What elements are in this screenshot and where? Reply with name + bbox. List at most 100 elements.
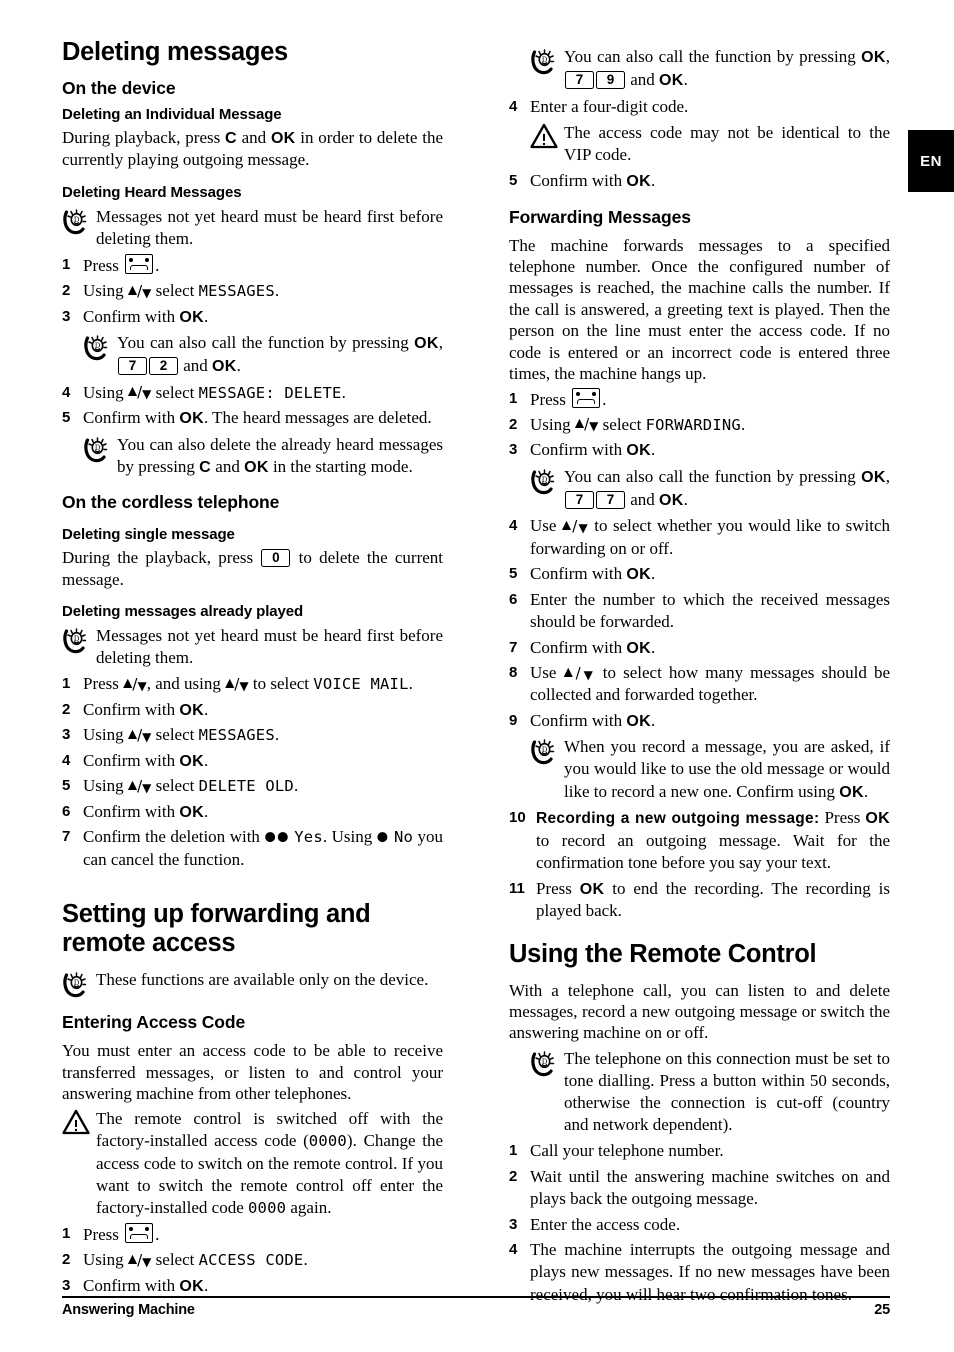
key-ok: OK (179, 1277, 204, 1295)
step-text: Using ▲/▼ select DELETE OLD. (83, 775, 443, 797)
manual-page: EN Deleting messages On the device Delet… (0, 0, 954, 1352)
keypad-key-0: 0 (261, 549, 291, 568)
key-ok: OK (244, 458, 269, 476)
text-run: Confirm with (83, 750, 180, 770)
step-text: Call your telephone number. (530, 1141, 724, 1161)
subsection-deleting-single-message: Deleting single message (62, 526, 235, 544)
key-ok: OK (659, 71, 684, 89)
tip-lightbulb-icon: D (62, 969, 96, 998)
step-text: Confirm with OK. (530, 563, 890, 585)
step-number: 2 (62, 1251, 71, 1269)
step-number: 4 (509, 517, 518, 535)
text-run: . The heard messages are deleted. (203, 408, 432, 428)
warning-text: The remote control is switched off with … (96, 1108, 443, 1218)
tip-lightbulb-icon: D (530, 1048, 564, 1136)
text-run: Press (530, 389, 571, 409)
text-run: . (203, 1275, 209, 1295)
text-run: select (151, 776, 199, 796)
step-text: Confirm with OK. (83, 801, 443, 823)
step-item: 7 Confirm with OK. (509, 637, 890, 659)
step-item: 2 Using ▲/▼ select MESSAGES. (62, 280, 443, 302)
up-down-arrows-icon: ▲/▼ (563, 663, 596, 682)
step-item: 6 Enter the number to which the received… (509, 589, 890, 634)
step-item: 4 Confirm with OK. (62, 750, 443, 772)
tip-note-shortcut-79: D You can also call the function by pres… (530, 46, 890, 92)
text-run: Press (819, 808, 866, 828)
text-run: During the playback, press (62, 548, 261, 568)
text-run: . (203, 699, 209, 719)
keypad-key-7: 7 (565, 70, 594, 89)
subsection-deleting-heard-messages: Deleting Heard Messages (62, 183, 242, 201)
text-run: select (151, 281, 199, 301)
step-text: Confirm with OK. (530, 637, 890, 659)
tip-note-delete-heard-shortcut: D You can also delete the already heard … (83, 434, 443, 479)
step-item: 3 Confirm with OK. (62, 1275, 443, 1297)
text-run: . (341, 382, 346, 402)
tip-text: When you record a message, you are asked… (564, 736, 890, 803)
text-run: You can also call the function by pressi… (117, 333, 415, 353)
step-text: Press . (530, 387, 890, 411)
text-run: . (274, 281, 280, 301)
key-ok: OK (861, 468, 886, 486)
section-on-the-device: On the device (62, 78, 176, 99)
up-down-arrows-icon: ▲/▼ (561, 516, 589, 535)
step-number: 6 (62, 802, 71, 820)
text-run: . (683, 489, 688, 509)
text-run: , and using (146, 674, 226, 694)
svg-text:D: D (95, 444, 101, 452)
text-run: to select (248, 674, 314, 694)
step-number: 4 (62, 751, 71, 769)
text-run: . (203, 306, 209, 326)
text-run: and (626, 489, 660, 509)
text-run: . (863, 781, 869, 801)
key-ok: OK (626, 566, 651, 584)
up-down-arrows-icon: ▲/▼ (127, 1250, 152, 1269)
step-item: 1 Press . (62, 1222, 443, 1246)
text-run: . (303, 1250, 308, 1270)
text-run: and (626, 69, 660, 89)
key-ok: OK (579, 880, 605, 898)
text-run: Using (83, 776, 128, 796)
cassette-key-icon (125, 253, 154, 274)
up-down-arrows-icon: ▲/▼ (127, 281, 152, 300)
key-ok: OK (212, 357, 237, 375)
step-text: Enter the access code. (530, 1214, 681, 1234)
text-run: select (151, 382, 199, 402)
paragraph-remote-control-intro: With a telephone call, you can listen to… (509, 980, 890, 1043)
keypad-key-7: 7 (118, 356, 147, 375)
lcd-menu-label: VOICE MAIL (313, 675, 409, 694)
text-run: . (155, 255, 160, 275)
step-number: 1 (509, 389, 518, 407)
paragraph-deleting-individual: During playback, press C and OK in order… (62, 127, 443, 171)
text-run: and (236, 128, 271, 148)
text-run: Confirm with (83, 408, 180, 428)
step-text: Using ▲/▼ select MESSAGES. (83, 724, 443, 746)
up-down-arrows-icon: ▲/▼ (574, 415, 599, 434)
lcd-menu-label: MESSAGES (198, 726, 275, 745)
key-ok: OK (270, 130, 296, 148)
text-run: . (650, 564, 656, 584)
step-text: Recording a new outgoing message: Press … (536, 807, 890, 874)
up-down-arrows-icon: ▲/▼ (225, 674, 249, 693)
section-on-the-cordless-telephone: On the cordless telephone (62, 492, 280, 513)
step-item: 1 Press ▲/▼, and using ▲/▼ to select VOI… (62, 673, 443, 695)
tip-lightbulb-icon: D (62, 625, 96, 669)
text-run: Confirm with (530, 637, 627, 657)
text-run: Confirm with (530, 440, 627, 460)
step-number: 2 (509, 415, 518, 433)
key-ok: OK (626, 712, 651, 730)
step-text: Enter the number to which the received m… (530, 589, 890, 632)
right-column: D You can also call the function by pres… (509, 38, 890, 1309)
tip-lightbulb-icon: D (62, 206, 96, 250)
step-item: 2 Using ▲/▼ select ACCESS CODE. (62, 1249, 443, 1271)
key-ok: OK (865, 810, 890, 828)
tip-text: Messages not yet heard must be heard fir… (96, 206, 443, 248)
page-footer: Answering Machine 25 (62, 1296, 890, 1318)
footer-title: Answering Machine (62, 1302, 195, 1318)
key-ok: OK (626, 442, 651, 460)
text-run: , (438, 333, 443, 353)
text-run: Press (83, 1224, 124, 1244)
step-number: 1 (62, 255, 71, 273)
step-text: Confirm with OK. (83, 306, 443, 328)
key-ok: OK (839, 783, 864, 801)
